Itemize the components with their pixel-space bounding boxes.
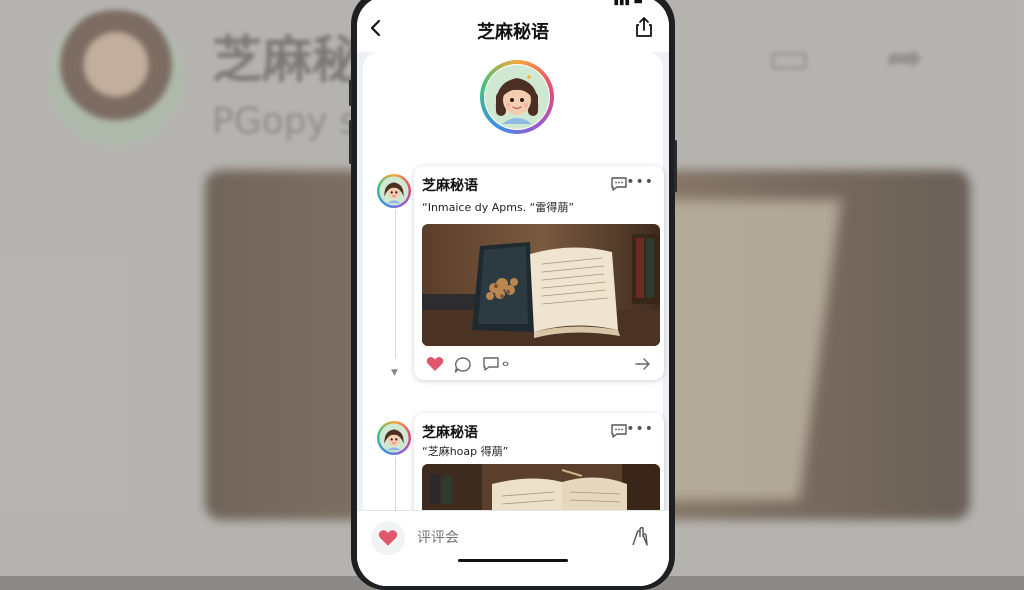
- message-button[interactable]: [482, 356, 500, 374]
- comment-input[interactable]: [415, 529, 579, 547]
- profile-avatar[interactable]: [480, 60, 554, 134]
- post-text: “Inmaice dy Apms. “雷得萠”: [422, 201, 575, 214]
- post-author: 芝麻秘语: [422, 425, 478, 441]
- post-actions: ⴰ: [426, 356, 652, 376]
- volume-button: [349, 80, 352, 106]
- post-text: “芝麻hoap 得萠”: [422, 445, 509, 458]
- girl-avatar-icon: [379, 423, 409, 453]
- post-card[interactable]: 芝麻秘语 ••• “Inmaice dy Apms. “雷得萠” ⴰ: [414, 166, 664, 380]
- page-title: 芝麻秘语: [477, 22, 549, 43]
- bottom-bar: [357, 510, 669, 571]
- post-image[interactable]: [422, 224, 660, 346]
- post-avatar[interactable]: [377, 421, 411, 455]
- clap-icon: [632, 526, 648, 546]
- heart-icon: [378, 530, 398, 546]
- message-count: ⴰ: [502, 356, 510, 369]
- share-button[interactable]: [633, 15, 655, 39]
- girl-avatar-icon: [379, 176, 409, 206]
- phone-screen: ▮▮▮ ▬ 芝麻秘语 ▼ 芝麻秘语 ••• “Inmaice dy Apms. …: [357, 0, 669, 586]
- open-book-image: [422, 224, 660, 346]
- home-indicator: [458, 559, 568, 562]
- clap-button[interactable]: [629, 525, 651, 549]
- like-button[interactable]: [426, 356, 444, 374]
- power-button: [674, 140, 677, 192]
- forward-button[interactable]: [634, 356, 652, 374]
- post-author: 芝麻秘语: [422, 178, 478, 194]
- thread-arrow-icon: ▼: [391, 368, 398, 378]
- post-avatar[interactable]: [377, 174, 411, 208]
- profile-header: [363, 52, 663, 162]
- volume-button-2: [349, 120, 352, 164]
- like-button[interactable]: [371, 521, 405, 555]
- reply-button[interactable]: [454, 356, 472, 374]
- thread-line: [395, 210, 396, 358]
- forward-icon: [635, 358, 650, 370]
- thread-line: [395, 457, 396, 517]
- share-icon: [636, 17, 652, 37]
- reply-icon: [454, 357, 471, 373]
- more-icon[interactable]: •••: [626, 175, 654, 189]
- more-icon[interactable]: •••: [626, 422, 654, 436]
- phone-frame: ▮▮▮ ▬ 芝麻秘语 ▼ 芝麻秘语 ••• “Inmaice dy Apms. …: [349, 0, 677, 590]
- top-bar: 芝麻秘语: [357, 8, 669, 52]
- heart-icon: [426, 357, 444, 371]
- message-icon: [483, 357, 499, 371]
- girl-avatar-icon: [485, 65, 549, 129]
